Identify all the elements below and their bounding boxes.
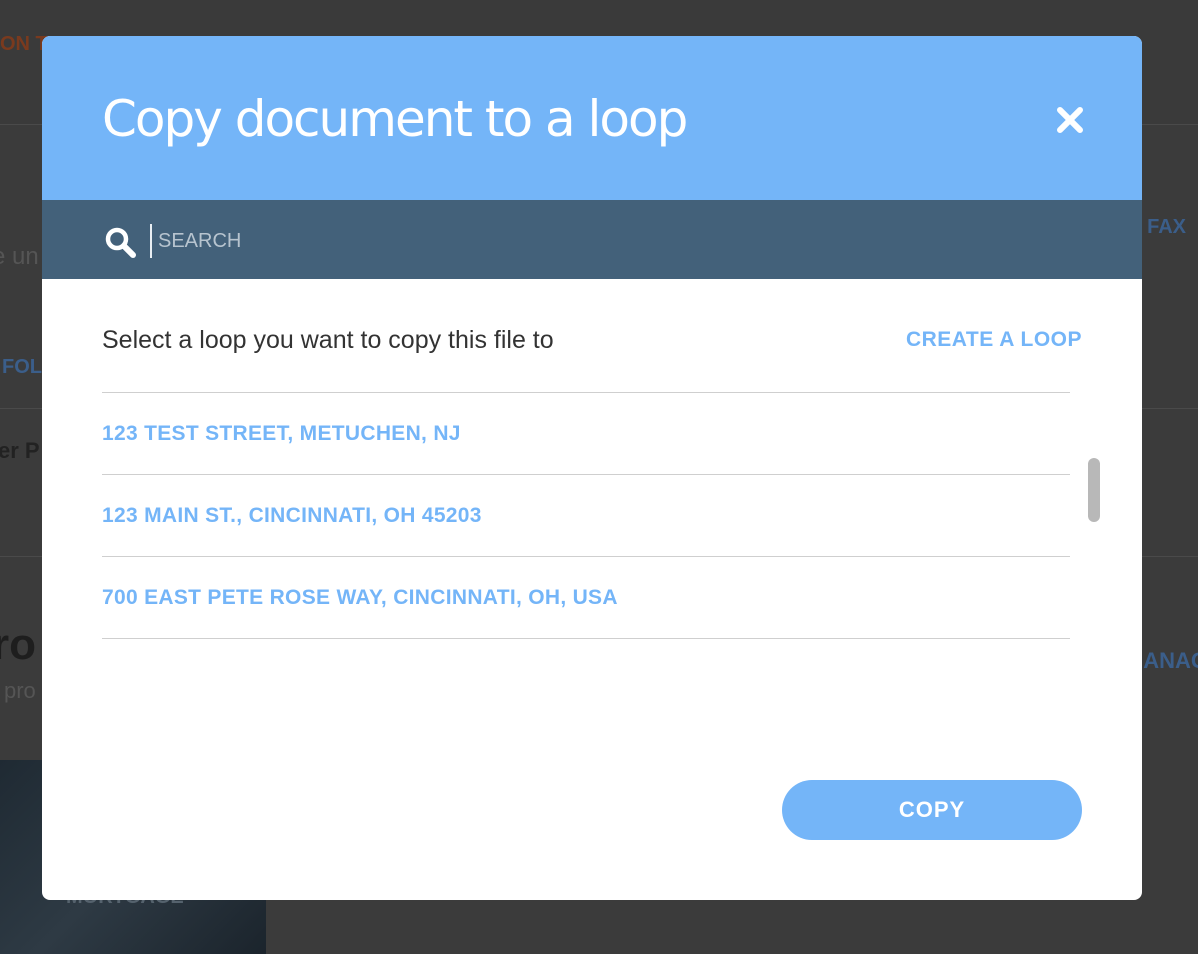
list-item[interactable]: 700 EAST PETE ROSE WAY, CINCINNATI, OH, … [102, 557, 1070, 639]
loop-label: 123 MAIN ST., CINCINNATI, OH 45203 [102, 503, 482, 527]
list-item[interactable]: 123 TEST STREET, METUCHEN, NJ [102, 393, 1070, 475]
loop-label: 123 TEST STREET, METUCHEN, NJ [102, 421, 461, 445]
list-item[interactable]: 123 MAIN ST., CINCINNATI, OH 45203 [102, 475, 1070, 557]
background-fragment: er P [0, 438, 40, 463]
search-icon [105, 227, 136, 258]
background-fragment: ON T [0, 33, 48, 55]
modal-header: Copy document to a loop [42, 36, 1142, 200]
page: ON T FAX e un FOL er P ro pro ANAG MORTG… [0, 0, 1198, 954]
copy-button[interactable]: COPY [782, 780, 1082, 840]
background-fragment: pro [4, 678, 36, 703]
background-fragment: FAX [1147, 216, 1186, 238]
close-icon [1057, 107, 1083, 133]
background-fragment: ro [0, 620, 36, 669]
loop-label: 700 EAST PETE ROSE WAY, CINCINNATI, OH, … [102, 585, 618, 609]
background-fragment: FOL [2, 356, 42, 378]
list-scrollbar[interactable] [1088, 458, 1100, 522]
search-bar [42, 200, 1142, 279]
loop-list: 123 TEST STREET, METUCHEN, NJ 123 MAIN S… [102, 392, 1070, 639]
close-button[interactable] [1054, 104, 1086, 136]
modal-title: Copy document to a loop [102, 90, 688, 148]
background-fragment: e un [0, 243, 39, 270]
background-fragment: ANAG [1143, 648, 1198, 673]
create-loop-link[interactable]: CREATE A LOOP [906, 328, 1082, 352]
copy-to-loop-modal: Copy document to a loop Select a loop yo… [42, 36, 1142, 900]
instruction-text: Select a loop you want to copy this file… [102, 326, 554, 354]
search-input[interactable] [150, 224, 760, 258]
